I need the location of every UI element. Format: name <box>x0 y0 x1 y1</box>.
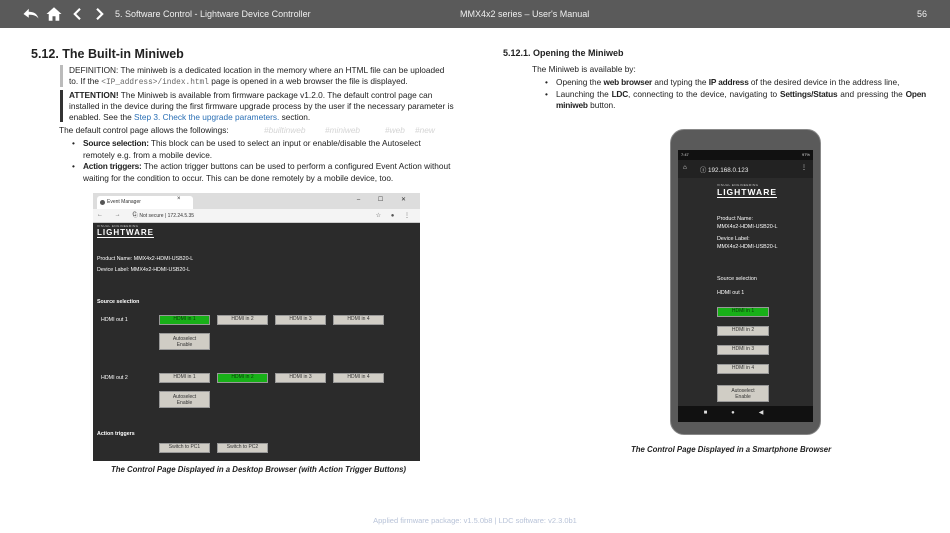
lightware-logo: VISUAL ENGINEERING LIGHTWARE <box>97 224 154 238</box>
section-title: 5.12. The Built-in Miniweb <box>31 47 184 61</box>
browser-tabbar: Event Manager × – ☐ ✕ <box>93 193 420 209</box>
phone-statusbar: 7:47 97% <box>678 150 813 160</box>
input-button[interactable]: HDMI in 1 <box>159 315 210 325</box>
window-controls-icon: – ☐ ✕ <box>356 197 414 203</box>
top-bar: 5. Software Control - Lightware Device C… <box>0 0 950 28</box>
input-button[interactable]: HDMI in 2 <box>217 315 268 325</box>
upgrade-link[interactable]: Step 3. Check the upgrade parameters. <box>134 112 279 122</box>
list-item: Action triggers: The action trigger butt… <box>70 161 454 184</box>
input-button[interactable]: HDMI in 3 <box>275 373 326 383</box>
browser-url: ⓘ Not secure | 172.24.5.35 <box>133 213 195 219</box>
tag: #builtinweb <box>264 125 306 135</box>
input-button[interactable]: HDMI in 4 <box>717 364 769 374</box>
output-label: HDMI out 1 <box>717 290 745 296</box>
trigger-button[interactable]: Switch to PC1 <box>159 443 210 453</box>
input-button[interactable]: HDMI in 4 <box>333 315 384 325</box>
close-icon: × <box>177 196 181 202</box>
input-button[interactable]: HDMI in 1 <box>717 307 769 317</box>
subsection-title: 5.12.1. Opening the Miniweb <box>503 48 624 58</box>
input-button[interactable]: HDMI in 2 <box>217 373 268 383</box>
page-number: 56 <box>917 9 928 19</box>
phone-url: ⓘ 192.168.0.123 <box>700 167 749 174</box>
browser-addressbar: ← → C ⓘ Not secure | 172.24.5.35 ☆ ● ⋮ <box>93 209 420 223</box>
output-label: HDMI out 1 <box>101 317 128 323</box>
list-item: Opening the web browser and typing the I… <box>543 77 926 89</box>
input-button[interactable]: HDMI in 2 <box>717 326 769 336</box>
phone-addressbar: ⌂ ⓘ 192.168.0.123 ⋮ <box>678 160 813 178</box>
tag: #new <box>415 125 435 135</box>
input-button[interactable]: HDMI in 1 <box>159 373 210 383</box>
input-button[interactable]: HDMI in 3 <box>275 315 326 325</box>
manual-title: MMX4x2 series – User's Manual <box>460 9 590 19</box>
chapter-title: 5. Software Control - Lightware Device C… <box>115 9 311 19</box>
footer: Applied firmware package: v1.5.0b8 | LDC… <box>373 516 577 525</box>
list-item: Launching the LDC, connecting to the dev… <box>543 89 926 112</box>
default-page-text: The default control page allows the foll… <box>59 125 229 135</box>
definition-bar <box>60 65 63 87</box>
device-label: Device Label: MMX4x2-HDMI-USB20-L <box>97 267 191 273</box>
autoselect-button[interactable]: Autoselect Enable <box>717 385 769 402</box>
definition-paragraph: DEFINITION: The miniweb is a dedicated l… <box>69 65 445 88</box>
desktop-content: VISUAL ENGINEERING LIGHTWARE Product Name… <box>93 223 420 461</box>
desktop-caption: The Control Page Displayed in a Desktop … <box>111 465 407 474</box>
smartphone-screenshot: 7:47 97% ⌂ ⓘ 192.168.0.123 ⋮ VISUAL ENGIN… <box>670 129 821 435</box>
browser-menu-icon: ☆ ● ⋮ <box>375 213 414 219</box>
open-list: Opening the web browser and typing the I… <box>543 77 926 112</box>
home-icon: ⌂ <box>683 164 687 171</box>
attention-paragraph: ATTENTION! The Miniweb is available from… <box>69 90 454 123</box>
prev-icon[interactable] <box>68 5 86 23</box>
input-button[interactable]: HDMI in 4 <box>333 373 384 383</box>
menu-icon: ⋮ <box>800 164 807 171</box>
list-item: Source selection: This block can be used… <box>70 138 454 161</box>
autoselect-button[interactable]: Autoselect Enable <box>159 333 210 350</box>
phone-caption: The Control Page Displayed in a Smartpho… <box>631 445 832 454</box>
output-label: HDMI out 2 <box>101 375 128 381</box>
phone-screen: 7:47 97% ⌂ ⓘ 192.168.0.123 ⋮ VISUAL ENGIN… <box>678 150 813 422</box>
lightware-logo: VISUAL ENGINEERING LIGHTWARE <box>717 183 777 198</box>
next-icon[interactable] <box>91 5 109 23</box>
trigger-button[interactable]: Switch to PC2 <box>217 443 268 453</box>
autoselect-button[interactable]: Autoselect Enable <box>159 391 210 408</box>
tag: #web <box>385 125 405 135</box>
action-triggers-heading: Action triggers <box>97 431 135 437</box>
feature-list: Source selection: This block can be used… <box>70 138 454 184</box>
code-text: <IP_address>/index.html <box>101 79 209 88</box>
product-name: Product Name: MMX4x2-HDMI-USB20-L <box>97 256 194 262</box>
product-name: Product Name: MMX4x2-HDMI-USB20-L <box>717 216 778 230</box>
tag: #miniweb <box>325 125 361 135</box>
intro-text: The Miniweb is available by: <box>532 64 636 74</box>
input-button[interactable]: HDMI in 3 <box>717 345 769 355</box>
desktop-screenshot: Event Manager × – ☐ ✕ ← → C ⓘ Not secure… <box>93 193 420 461</box>
source-selection-heading: Source selection <box>97 299 140 305</box>
device-label: Device Label: MMX4x2-HDMI-USB20-L <box>717 236 778 250</box>
nav-icons <box>22 5 109 23</box>
home-icon[interactable] <box>45 5 63 23</box>
return-icon[interactable] <box>22 5 40 23</box>
attention-bar <box>60 90 63 122</box>
phone-navbar-icon: ■●◀ <box>678 406 813 422</box>
source-selection-heading: Source selection <box>717 276 757 282</box>
